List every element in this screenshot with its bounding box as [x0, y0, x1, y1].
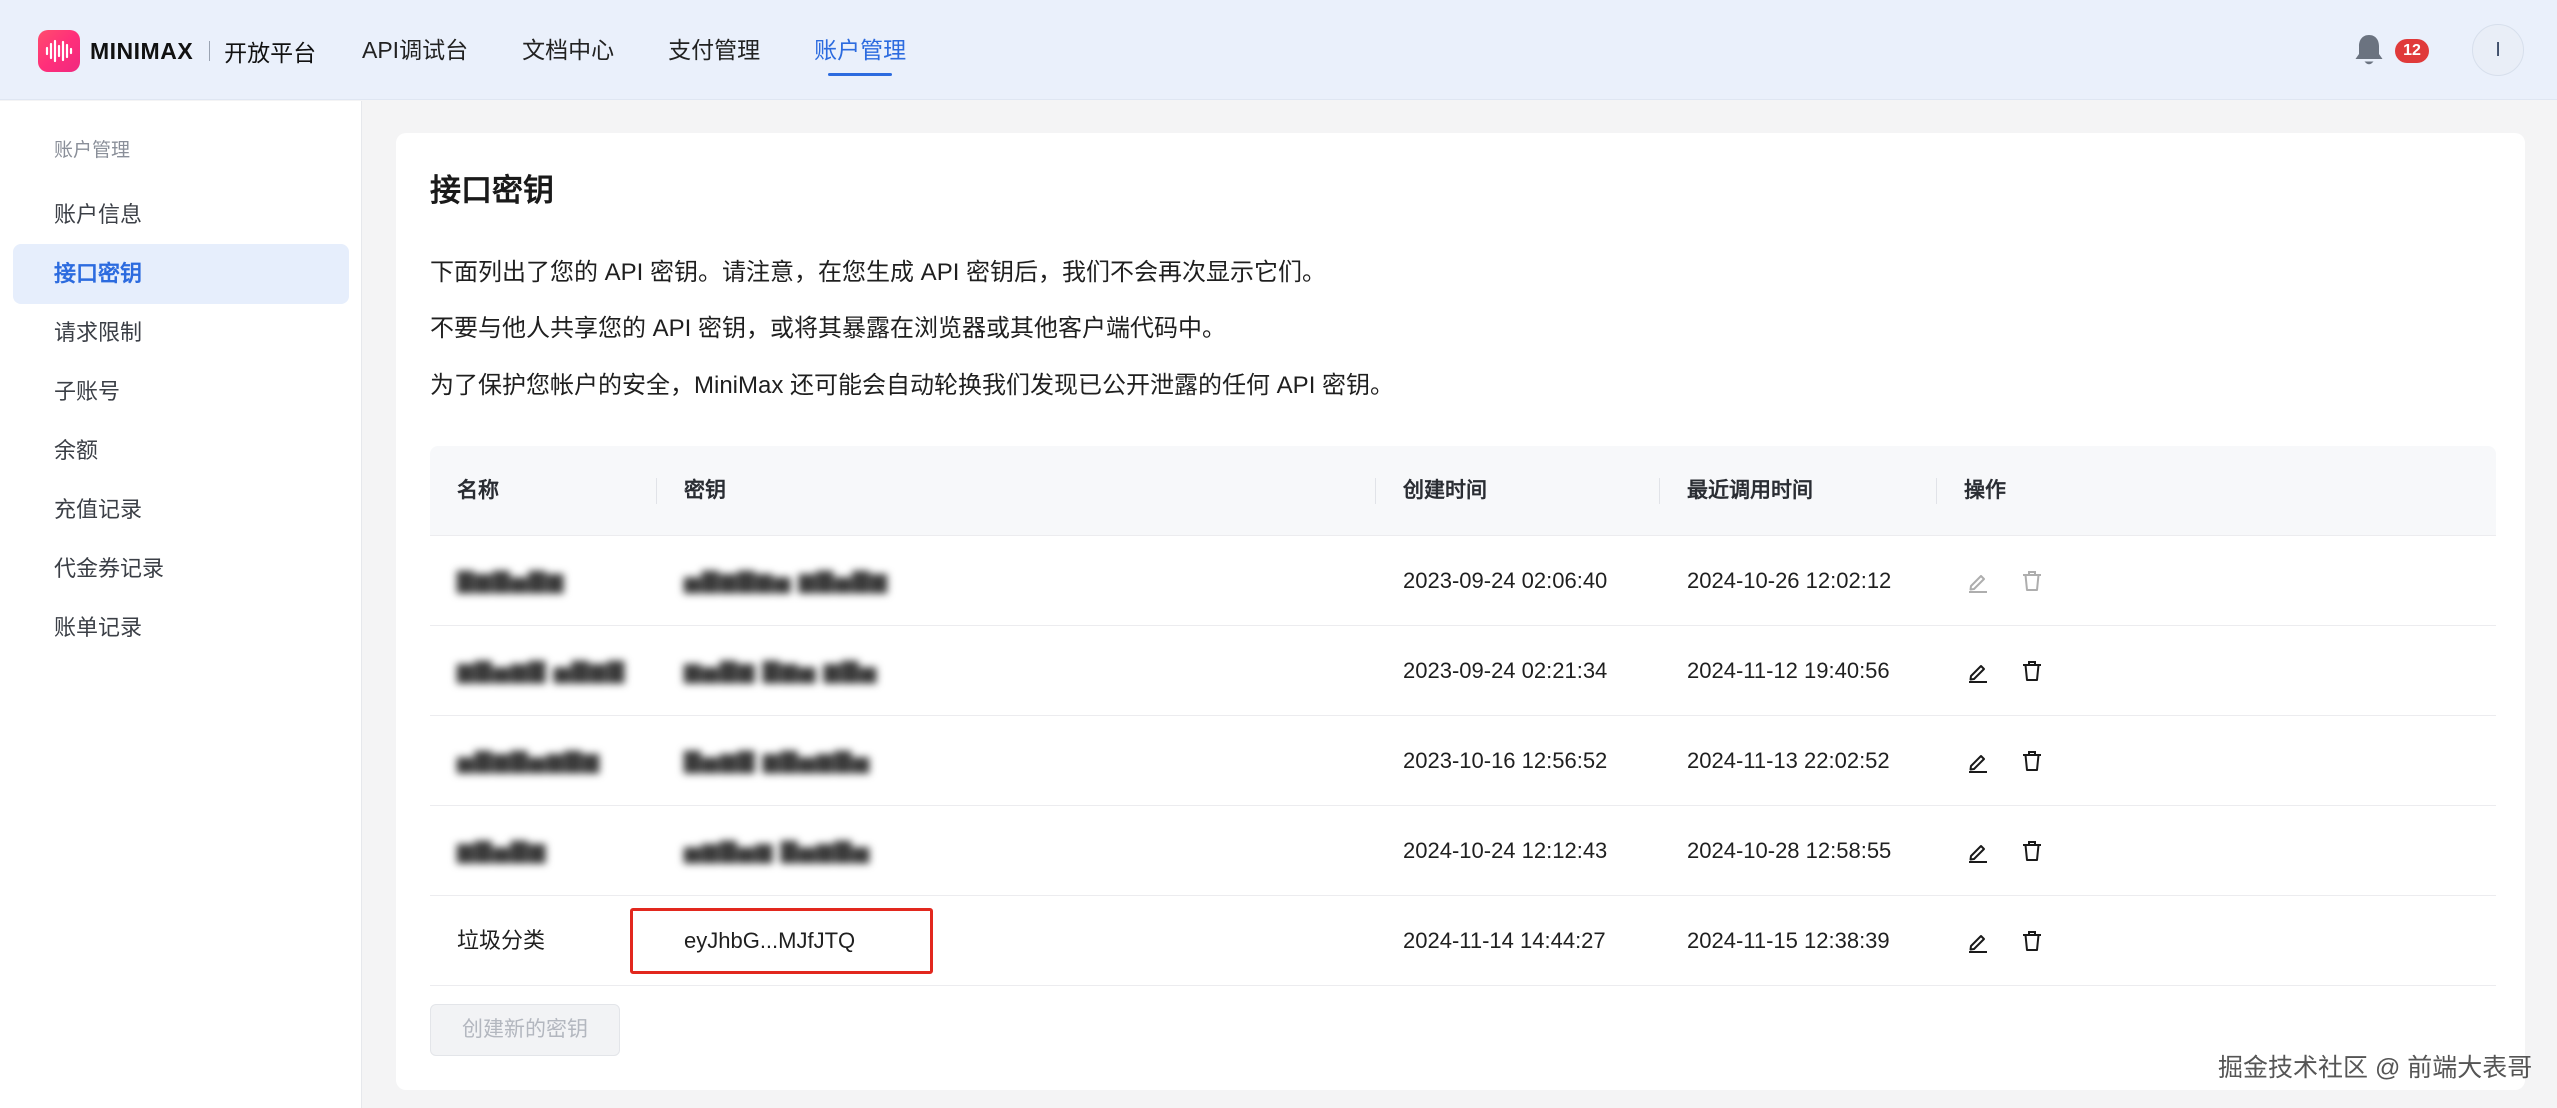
key-name-redacted: ▇▆▇▅▇▆ — [457, 568, 565, 593]
column-header-created: 创建时间 — [1403, 479, 1487, 502]
column-header-actions: 操作 — [1964, 479, 2006, 502]
last-used-time: 2024-11-12 19:40:56 — [1687, 658, 1890, 683]
key-value-redacted: ▇▅▆▇ ▆▇▅▆▇▅ — [684, 748, 871, 773]
key-name: 垃圾分类 — [457, 928, 546, 953]
page-title: 接口密钥 — [430, 173, 554, 208]
top-navbar: MINIMAX 开放平台 API调试台 文档中心 支付管理 账户管理 12 I — [0, 0, 2557, 100]
brand-divider — [209, 41, 211, 61]
trash-icon[interactable] — [2014, 743, 2050, 779]
sidebar-item-billing-records[interactable]: 账单记录 — [13, 598, 349, 658]
last-used-time: 2024-11-13 22:02:52 — [1687, 748, 1890, 773]
row-actions — [1960, 626, 2068, 716]
platform-label: 开放平台 — [224, 40, 317, 66]
table-header: 名称 密钥 创建时间 最近调用时间 操作 — [430, 446, 2496, 536]
key-name-redacted: ▆▇▅▇▆ — [457, 838, 547, 863]
table-row: ▅▇▆▇▅▆▇▆ ▇▅▆▇ ▆▇▅▆▇▅ 2023-10-16 12:56:52… — [430, 716, 2496, 806]
sidebar-item-api-keys[interactable]: 接口密钥 — [13, 244, 349, 304]
row-actions — [1960, 536, 2068, 626]
description-line-1: 下面列出了您的 API 密钥。请注意，在您生成 API 密钥后，我们不会再次显示… — [430, 259, 1327, 286]
last-used-time: 2024-10-26 12:02:12 — [1687, 568, 1892, 593]
pencil-icon[interactable] — [1960, 653, 1996, 689]
last-used-time: 2024-10-28 12:58:55 — [1687, 838, 1892, 863]
column-divider — [1936, 478, 1937, 504]
table-row: ▇▆▇▅▇▆ ▅▇▆▇▆▅ ▆▇▅▇▆ 2023-09-24 02:06:40 … — [430, 536, 2496, 626]
sidebar-section-title: 账户管理 — [54, 140, 131, 161]
column-header-key: 密钥 — [684, 479, 726, 502]
description-line-2: 不要与他人共享您的 API 密钥，或将其暴露在浏览器或其他客户端代码中。 — [430, 315, 1227, 342]
nav-item-payment[interactable]: 支付管理 — [668, 0, 760, 100]
nav-item-docs[interactable]: 文档中心 — [522, 0, 614, 100]
pencil-icon[interactable] — [1960, 833, 1996, 869]
bell-icon[interactable] — [2352, 32, 2386, 68]
description-line-3: 为了保护您帐户的安全，MiniMax 还可能会自动轮换我们发现已公开泄露的任何 … — [430, 372, 1395, 399]
main-nav: API调试台 文档中心 支付管理 账户管理 — [362, 0, 960, 100]
table-row: ▆▇▅▆▇ ▅▇▆▇ ▆▅▇▆ ▇▆▅ ▆▇▅ 2023-09-24 02:21… — [430, 626, 2496, 716]
key-name-redacted: ▅▇▆▇▅▆▇▆ — [457, 748, 601, 773]
api-keys-card: 接口密钥 下面列出了您的 API 密钥。请注意，在您生成 API 密钥后，我们不… — [396, 133, 2525, 1090]
key-value[interactable]: eyJhbG...MJfJTQ — [684, 896, 855, 986]
waveform-logo-icon — [38, 30, 80, 72]
key-value-redacted: ▆▅▇▆ ▇▆▅ ▆▇▅ — [684, 658, 878, 683]
column-header-name: 名称 — [457, 479, 499, 502]
table-row: ▆▇▅▇▆ ▅▆▇▅▆ ▇▅▆▇▅ 2024-10-24 12:12:43 20… — [430, 806, 2496, 896]
sidebar-item-recharge-records[interactable]: 充值记录 — [13, 480, 349, 540]
created-time: 2023-09-24 02:06:40 — [1403, 568, 1608, 593]
row-actions — [1960, 806, 2068, 896]
sidebar-item-rate-limits[interactable]: 请求限制 — [13, 303, 349, 363]
pencil-icon[interactable] — [1960, 743, 1996, 779]
column-header-last-used: 最近调用时间 — [1687, 479, 1813, 502]
user-avatar[interactable]: I — [2472, 24, 2524, 76]
watermark-text: 掘金技术社区 @ 前端大表哥 — [2218, 1054, 2533, 1082]
column-divider — [656, 478, 657, 504]
key-name-redacted: ▆▇▅▆▇ ▅▇▆▇ — [457, 658, 626, 683]
nav-item-api-console[interactable]: API调试台 — [362, 0, 468, 100]
created-time: 2024-10-24 12:12:43 — [1403, 838, 1608, 863]
created-time: 2023-10-16 12:56:52 — [1403, 748, 1608, 773]
create-key-button[interactable]: 创建新的密钥 — [430, 1004, 620, 1056]
column-divider — [1375, 478, 1376, 504]
key-value-redacted: ▅▇▆▇▆▅ ▆▇▅▇▆ — [684, 568, 889, 593]
sidebar-menu: 账户信息 接口密钥 请求限制 子账号 余额 充值记录 代金券记录 账单记录 — [13, 185, 349, 657]
brand[interactable]: MINIMAX 开放平台 — [38, 30, 316, 72]
table-row: 垃圾分类 eyJhbG...MJfJTQ 2024-11-14 14:44:27… — [430, 896, 2496, 986]
pencil-icon — [1960, 563, 1996, 599]
sidebar-item-balance[interactable]: 余额 — [13, 421, 349, 481]
trash-icon — [2014, 563, 2050, 599]
notification-count-badge: 12 — [2395, 39, 2429, 63]
key-value-redacted: ▅▆▇▅▆ ▇▅▆▇▅ — [684, 838, 871, 863]
trash-icon[interactable] — [2014, 923, 2050, 959]
logo-text: MINIMAX — [90, 37, 194, 64]
last-used-time: 2024-11-15 12:38:39 — [1687, 928, 1890, 953]
pencil-icon[interactable] — [1960, 923, 1996, 959]
row-actions — [1960, 896, 2068, 986]
sidebar-item-voucher-records[interactable]: 代金券记录 — [13, 539, 349, 599]
trash-icon[interactable] — [2014, 653, 2050, 689]
nav-item-account[interactable]: 账户管理 — [814, 0, 906, 100]
column-divider — [1659, 478, 1660, 504]
sidebar: 账户管理 账户信息 接口密钥 请求限制 子账号 余额 充值记录 代金券记录 账单… — [0, 101, 362, 1108]
created-time: 2023-09-24 02:21:34 — [1403, 658, 1608, 683]
row-actions — [1960, 716, 2068, 806]
sidebar-item-account-info[interactable]: 账户信息 — [13, 185, 349, 245]
sidebar-item-sub-accounts[interactable]: 子账号 — [13, 362, 349, 422]
trash-icon[interactable] — [2014, 833, 2050, 869]
api-keys-table: 名称 密钥 创建时间 最近调用时间 操作 ▇▆▇▅▇▆ ▅▇▆▇▆▅ ▆▇▅▇▆… — [430, 446, 2496, 986]
created-time: 2024-11-14 14:44:27 — [1403, 928, 1606, 953]
